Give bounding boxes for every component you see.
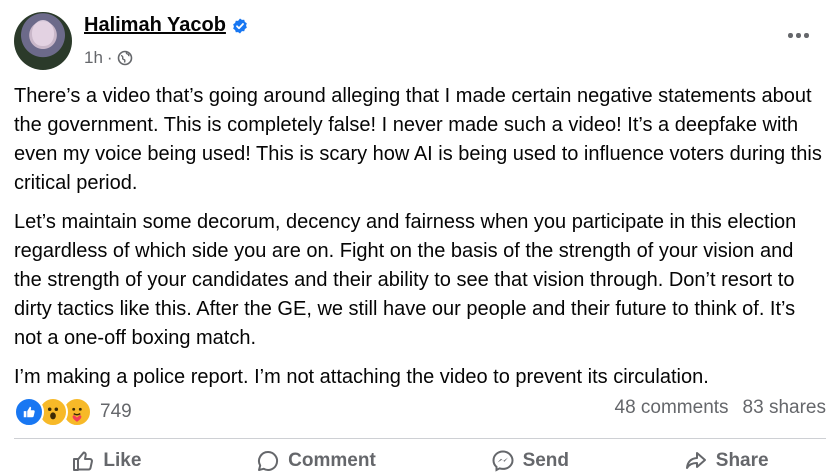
author-row: Halimah Yacob — [84, 14, 248, 37]
send-button[interactable]: Send — [491, 446, 569, 476]
post-paragraph: Let’s maintain some decorum, decency and… — [14, 211, 797, 349]
divider — [14, 438, 826, 439]
thumbs-up-icon — [73, 451, 94, 471]
share-label: Share — [715, 450, 769, 471]
engagement-bar: 749 48 comments 83 shares — [14, 397, 827, 427]
comment-button[interactable]: Comment — [256, 446, 376, 476]
post-paragraph: I’m making a police report. I’m not atta… — [14, 366, 709, 388]
globe-icon[interactable] — [117, 50, 133, 66]
like-button[interactable]: Like — [71, 446, 141, 476]
comment-icon — [258, 450, 279, 471]
post-time[interactable]: 1h — [84, 48, 103, 68]
post-actions: Like Comment Send Share — [14, 446, 826, 476]
share-button[interactable]: Share — [684, 446, 769, 476]
reactions-summary[interactable]: 749 — [14, 397, 132, 427]
author-name[interactable]: Halimah Yacob — [84, 14, 226, 37]
messenger-icon — [492, 450, 514, 472]
post-header: Halimah Yacob 1h · — [14, 12, 816, 70]
share-icon — [685, 452, 706, 469]
comments-count[interactable]: 48 comments — [615, 397, 729, 419]
verified-badge-icon — [232, 18, 248, 34]
avatar[interactable] — [14, 12, 72, 70]
post-meta: 1h · — [84, 48, 133, 68]
meta-separator: · — [106, 48, 113, 67]
send-label: Send — [522, 450, 570, 471]
post-paragraph: There’s a video that’s going around alle… — [14, 85, 822, 194]
post-body: There’s a video that’s going around alle… — [14, 82, 824, 402]
more-options-icon[interactable] — [786, 28, 812, 42]
reaction-count: 749 — [100, 401, 132, 422]
comment-label: Comment — [288, 450, 376, 471]
shares-count[interactable]: 83 shares — [743, 397, 826, 419]
like-label: Like — [103, 450, 142, 471]
engagement-counts: 48 comments 83 shares — [615, 397, 827, 419]
like-reaction-icon — [14, 397, 44, 427]
